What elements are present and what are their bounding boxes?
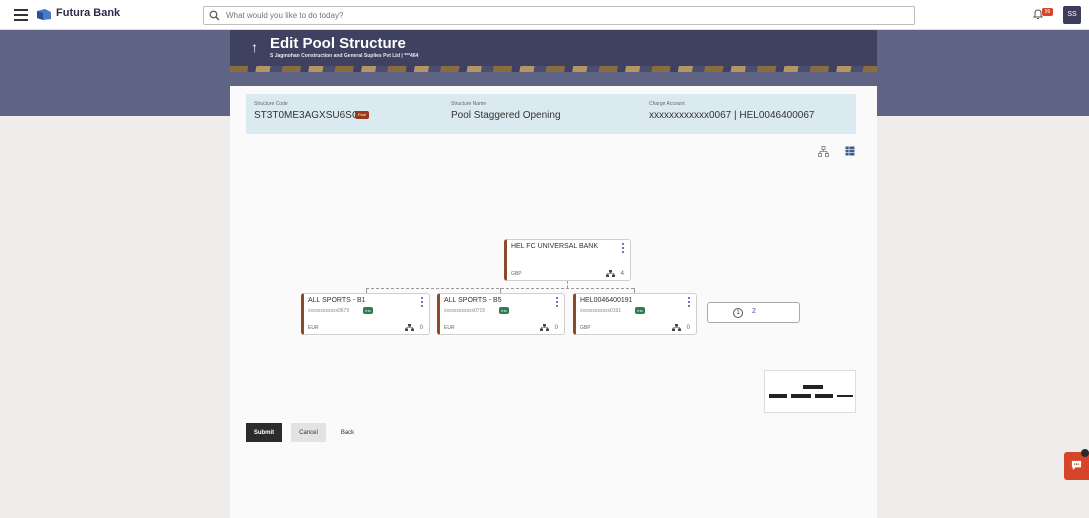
node-currency: GBP bbox=[580, 325, 591, 331]
node-child-count: 0 bbox=[686, 325, 690, 331]
chat-badge bbox=[1081, 449, 1089, 457]
hierarchy-icon bbox=[405, 324, 414, 331]
charge-account-value: xxxxxxxxxxxx0067 | HEL0046400067 bbox=[649, 110, 815, 121]
user-avatar[interactable]: SS bbox=[1063, 6, 1081, 24]
kebab-menu-icon[interactable] bbox=[556, 297, 559, 307]
page-subtitle: S Jagmohan Construction and General Supl… bbox=[270, 53, 419, 59]
node-account: xxxxxxxxxxxx0191 bbox=[580, 308, 622, 314]
charge-account-label: Charge Account bbox=[649, 101, 685, 107]
node-account: xxxxxxxxxxxx0679 bbox=[308, 308, 350, 314]
table-view-icon[interactable] bbox=[845, 146, 855, 156]
more-nodes-button[interactable]: 1 2 bbox=[707, 302, 800, 323]
ino-badge: Ino bbox=[635, 307, 645, 314]
more-nodes-count: 2 bbox=[752, 308, 756, 315]
cancel-button[interactable]: Cancel bbox=[291, 423, 326, 442]
back-arrow-icon[interactable]: ↑ bbox=[251, 39, 258, 55]
pool-node[interactable]: ALL SPORTS - B5 xxxxxxxxxxxx0715 Ino EUR… bbox=[437, 293, 565, 335]
tree-minimap[interactable] bbox=[764, 370, 856, 413]
search-input[interactable] bbox=[226, 8, 906, 23]
minimap-node bbox=[791, 394, 811, 398]
node-child-count: 4 bbox=[620, 271, 624, 277]
pool-node-root[interactable]: HEL FC UNIVERSAL BANK GBP 4 bbox=[504, 239, 631, 281]
brand-name: Futura Bank bbox=[56, 7, 121, 19]
node-name: ALL SPORTS - B1 bbox=[308, 297, 366, 304]
pool-node[interactable]: HEL0046400191 xxxxxxxxxxxx0191 Ino GBP 0 bbox=[573, 293, 697, 335]
kebab-menu-icon[interactable] bbox=[622, 243, 625, 253]
node-child-count: 0 bbox=[554, 325, 558, 331]
hamburger-menu-icon[interactable] bbox=[14, 9, 28, 21]
header-texture bbox=[230, 66, 877, 72]
structure-code-value: ST3T0ME3AGXSU6SC4 bbox=[254, 110, 365, 121]
tree-view-icon[interactable] bbox=[818, 146, 829, 157]
minimap-node bbox=[769, 394, 787, 398]
minimap-node bbox=[815, 394, 833, 398]
structure-name-label: Structure Name bbox=[451, 101, 487, 107]
back-button[interactable]: Back bbox=[335, 423, 360, 442]
global-search[interactable] bbox=[203, 6, 915, 25]
node-currency: EUR bbox=[308, 325, 319, 331]
structure-code-label: Structure Code bbox=[254, 101, 288, 107]
node-name: ALL SPORTS - B5 bbox=[444, 297, 502, 304]
minimap-node bbox=[837, 395, 853, 397]
pool-badge: Pool bbox=[355, 111, 369, 119]
hierarchy-icon bbox=[540, 324, 549, 331]
top-bar: Futura Bank 99 SS bbox=[0, 0, 1089, 30]
node-child-count: 0 bbox=[419, 325, 423, 331]
node-currency: EUR bbox=[444, 325, 455, 331]
minimap-node bbox=[803, 385, 823, 389]
bank-logo-icon bbox=[37, 9, 51, 20]
node-name: HEL FC UNIVERSAL BANK bbox=[511, 243, 599, 250]
page-title: Edit Pool Structure bbox=[270, 35, 406, 52]
hierarchy-icon bbox=[606, 270, 615, 277]
ino-badge: Ino bbox=[499, 307, 509, 314]
ino-badge: Ino bbox=[363, 307, 373, 314]
kebab-menu-icon[interactable] bbox=[688, 297, 691, 307]
info-circle-icon: 1 bbox=[733, 308, 743, 318]
node-name: HEL0046400191 bbox=[580, 297, 633, 304]
chat-icon bbox=[1071, 460, 1082, 471]
root-connector bbox=[567, 281, 568, 288]
node-account: xxxxxxxxxxxx0715 bbox=[444, 308, 486, 314]
hierarchy-icon bbox=[672, 324, 681, 331]
structure-name-value: Pool Staggered Opening bbox=[451, 110, 561, 121]
submit-button[interactable]: Submit bbox=[246, 423, 282, 442]
node-currency: GBP bbox=[511, 271, 522, 277]
notification-badge: 99 bbox=[1042, 8, 1053, 16]
kebab-menu-icon[interactable] bbox=[421, 297, 424, 307]
pool-node[interactable]: ALL SPORTS - B1 xxxxxxxxxxxx0679 Ino EUR… bbox=[301, 293, 430, 335]
search-icon bbox=[209, 10, 220, 21]
